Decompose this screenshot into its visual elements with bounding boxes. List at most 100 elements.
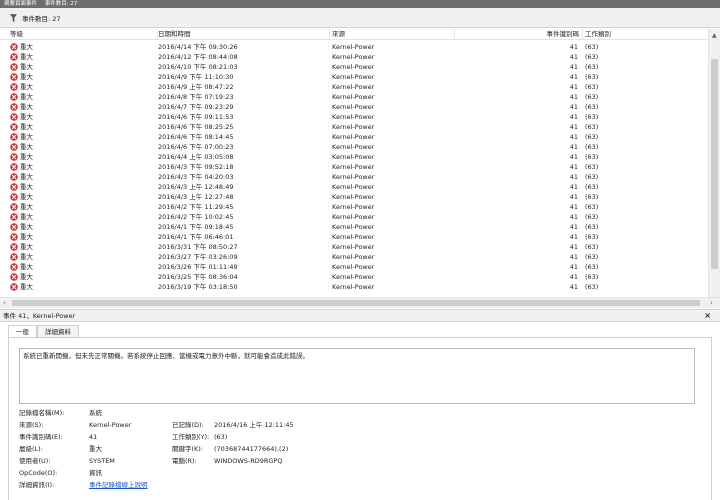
cell-event-id: 41 [569, 103, 578, 111]
table-row[interactable]: 重大 2016/4/10 下午 08:21:03 Kernel-Power 41 (63… [0, 62, 708, 72]
cell-event-id: 41 [569, 123, 578, 131]
computer-value: WINDOWS-RD9RGPQ [214, 457, 283, 465]
cell-task: (63) [585, 233, 599, 241]
column-header-task[interactable]: 工作類別 [583, 29, 708, 40]
cell-task: (63) [585, 203, 599, 211]
prop-row-more-info: 詳細資訊(I): 事件記錄檔線上說明 [19, 479, 699, 491]
close-icon[interactable]: × [704, 310, 711, 322]
event-message[interactable]: 系統已重新開機，但未先正常關機。若系統停止回應、當機或電力意外中斷，就可能會造成… [19, 348, 695, 404]
column-header-date[interactable]: 日期和時間 [156, 29, 330, 40]
cell-source: Kernel-Power [332, 193, 375, 201]
critical-error-icon [10, 263, 18, 271]
filter-funnel-icon[interactable] [10, 13, 17, 22]
cell-source: Kernel-Power [332, 283, 375, 291]
cell-level: 重大 [20, 63, 33, 71]
cell-source: Kernel-Power [332, 123, 375, 131]
cell-event-id: 41 [569, 63, 578, 71]
critical-error-icon [10, 183, 18, 191]
table-row[interactable]: 重大 2016/4/1 下午 06:46:01 Kernel-Power 41 (63) [0, 232, 708, 242]
cell-event-id: 41 [569, 43, 578, 51]
vertical-scrollbar[interactable]: ▲ [708, 29, 720, 297]
table-row[interactable]: 重大 2016/4/6 下午 07:00:23 Kernel-Power 41 (63) [0, 142, 708, 152]
cell-source: Kernel-Power [332, 73, 375, 81]
critical-error-icon [10, 233, 18, 241]
cell-source: Kernel-Power [332, 213, 375, 221]
critical-error-icon [10, 43, 18, 51]
logged-value: 2016/4/16 上午 12:11:45 [214, 421, 294, 429]
table-row[interactable]: 重大 2016/4/3 下午 09:52:18 Kernel-Power 41 (63) [0, 162, 708, 172]
cell-level: 重大 [20, 123, 33, 131]
table-row[interactable]: 重大 2016/4/9 下午 11:10:30 Kernel-Power 41 (63) [0, 72, 708, 82]
cell-source: Kernel-Power [332, 143, 375, 151]
table-row[interactable]: 重大 2016/4/3 下午 04:20:03 Kernel-Power 41 (63) [0, 172, 708, 182]
table-row[interactable]: 重大 2016/4/12 下午 08:44:08 Kernel-Power 41 (63… [0, 52, 708, 62]
table-row[interactable]: 重大 2016/4/2 下午 11:29:45 Kernel-Power 41 (63) [0, 202, 708, 212]
cell-date: 2016/4/8 下午 07:19:23 [158, 93, 234, 101]
table-row[interactable]: 重大 2016/4/2 下午 10:02:45 Kernel-Power 41 (63) [0, 212, 708, 222]
critical-error-icon [10, 73, 18, 81]
cell-task: (63) [585, 43, 599, 51]
cell-task: (63) [585, 63, 599, 71]
critical-error-icon [10, 83, 18, 91]
cell-level: 重大 [20, 93, 33, 101]
cell-level: 重大 [20, 163, 33, 171]
table-row[interactable]: 重大 2016/4/8 下午 07:19:23 Kernel-Power 41 (63) [0, 92, 708, 102]
critical-error-icon [10, 283, 18, 291]
vertical-scroll-thumb[interactable] [711, 59, 718, 269]
table-row[interactable]: 重大 2016/4/3 上午 12:27:48 Kernel-Power 41 (63) [0, 192, 708, 202]
computer-label: 電腦(R): [172, 457, 197, 465]
table-row[interactable]: 重大 2016/4/6 下午 08:25:25 Kernel-Power 41 (63) [0, 122, 708, 132]
level-label: 層級(L): [19, 445, 43, 453]
cell-task: (63) [585, 283, 599, 291]
table-row[interactable]: 重大 2016/3/19 下午 03:18:50 Kernel-Power 41 (63… [0, 282, 708, 292]
critical-error-icon [10, 173, 18, 181]
table-row[interactable]: 重大 2016/4/6 下午 09:11:53 Kernel-Power 41 (63) [0, 112, 708, 122]
user-label: 使用者(U): [19, 457, 51, 465]
horizontal-scroll-thumb[interactable] [12, 300, 700, 306]
column-header-source[interactable]: 來源 [330, 29, 455, 40]
cell-task: (63) [585, 193, 599, 201]
table-row[interactable]: 重大 2016/3/27 下午 03:26:09 Kernel-Power 41 (63… [0, 252, 708, 262]
cell-task: (63) [585, 113, 599, 121]
critical-error-icon [10, 113, 18, 121]
cell-date: 2016/4/6 下午 09:11:53 [158, 113, 234, 121]
events-grid[interactable]: 等級 日期和時間 來源 事件識別碼 工作類別 重大 2016/4/14 下午 09… [0, 29, 708, 297]
cell-source: Kernel-Power [332, 93, 375, 101]
cell-level: 重大 [20, 153, 33, 161]
horizontal-scrollbar[interactable]: ‹ › [0, 297, 720, 308]
table-row[interactable]: 重大 2016/4/3 上午 12:48:49 Kernel-Power 41 (63) [0, 182, 708, 192]
column-header-event-id[interactable]: 事件識別碼 [455, 29, 583, 40]
cell-source: Kernel-Power [332, 183, 375, 191]
cell-event-id: 41 [569, 283, 578, 291]
cell-level: 重大 [20, 113, 33, 121]
cell-task: (63) [585, 153, 599, 161]
source-value: Kernel-Power [89, 421, 132, 429]
column-header-level[interactable]: 等級 [8, 29, 158, 40]
table-row[interactable]: 重大 2016/4/6 下午 08:14:45 Kernel-Power 41 (63) [0, 132, 708, 142]
detail-panel: 系統已重新開機，但未先正常關機。若系統停止回應、當機或電力意外中斷，就可能會造成… [8, 337, 712, 500]
cell-level: 重大 [20, 43, 33, 51]
table-row[interactable]: 重大 2016/4/1 下午 09:18:45 Kernel-Power 41 (63) [0, 222, 708, 232]
critical-error-icon [10, 223, 18, 231]
log-name-value: 系統 [89, 409, 102, 417]
more-info-link[interactable]: 事件記錄檔線上說明 [89, 479, 148, 491]
table-row[interactable]: 重大 2016/4/4 上午 03:05:08 Kernel-Power 41 (63) [0, 152, 708, 162]
cell-task: (63) [585, 103, 599, 111]
cell-source: Kernel-Power [332, 103, 375, 111]
scroll-up-arrow-icon[interactable]: ▲ [712, 32, 717, 39]
table-row[interactable]: 重大 2016/4/14 下午 09:30:26 Kernel-Power 41 (63… [0, 42, 708, 52]
user-value: SYSTEM [89, 457, 115, 465]
cell-level: 重大 [20, 243, 33, 251]
cell-date: 2016/4/6 下午 08:25:25 [158, 123, 234, 131]
table-row[interactable]: 重大 2016/3/26 下午 01:11:49 Kernel-Power 41 (63… [0, 262, 708, 272]
scroll-left-arrow-icon[interactable]: ‹ [3, 299, 6, 307]
cell-task: (63) [585, 53, 599, 61]
table-row[interactable]: 重大 2016/4/7 下午 09:23:29 Kernel-Power 41 (63) [0, 102, 708, 112]
table-row[interactable]: 重大 2016/3/31 下午 08:50:27 Kernel-Power 41 (63… [0, 242, 708, 252]
scroll-right-arrow-icon[interactable]: › [710, 299, 713, 307]
cell-date: 2016/4/9 下午 11:10:30 [158, 73, 234, 81]
table-row[interactable]: 重大 2016/4/9 上午 08:47:22 Kernel-Power 41 (63) [0, 82, 708, 92]
table-row[interactable]: 重大 2016/3/25 下午 08:36:04 Kernel-Power 41 (63… [0, 272, 708, 282]
cell-task: (63) [585, 123, 599, 131]
prop-row-opcode: OpCode(O): 資訊 [19, 467, 699, 479]
